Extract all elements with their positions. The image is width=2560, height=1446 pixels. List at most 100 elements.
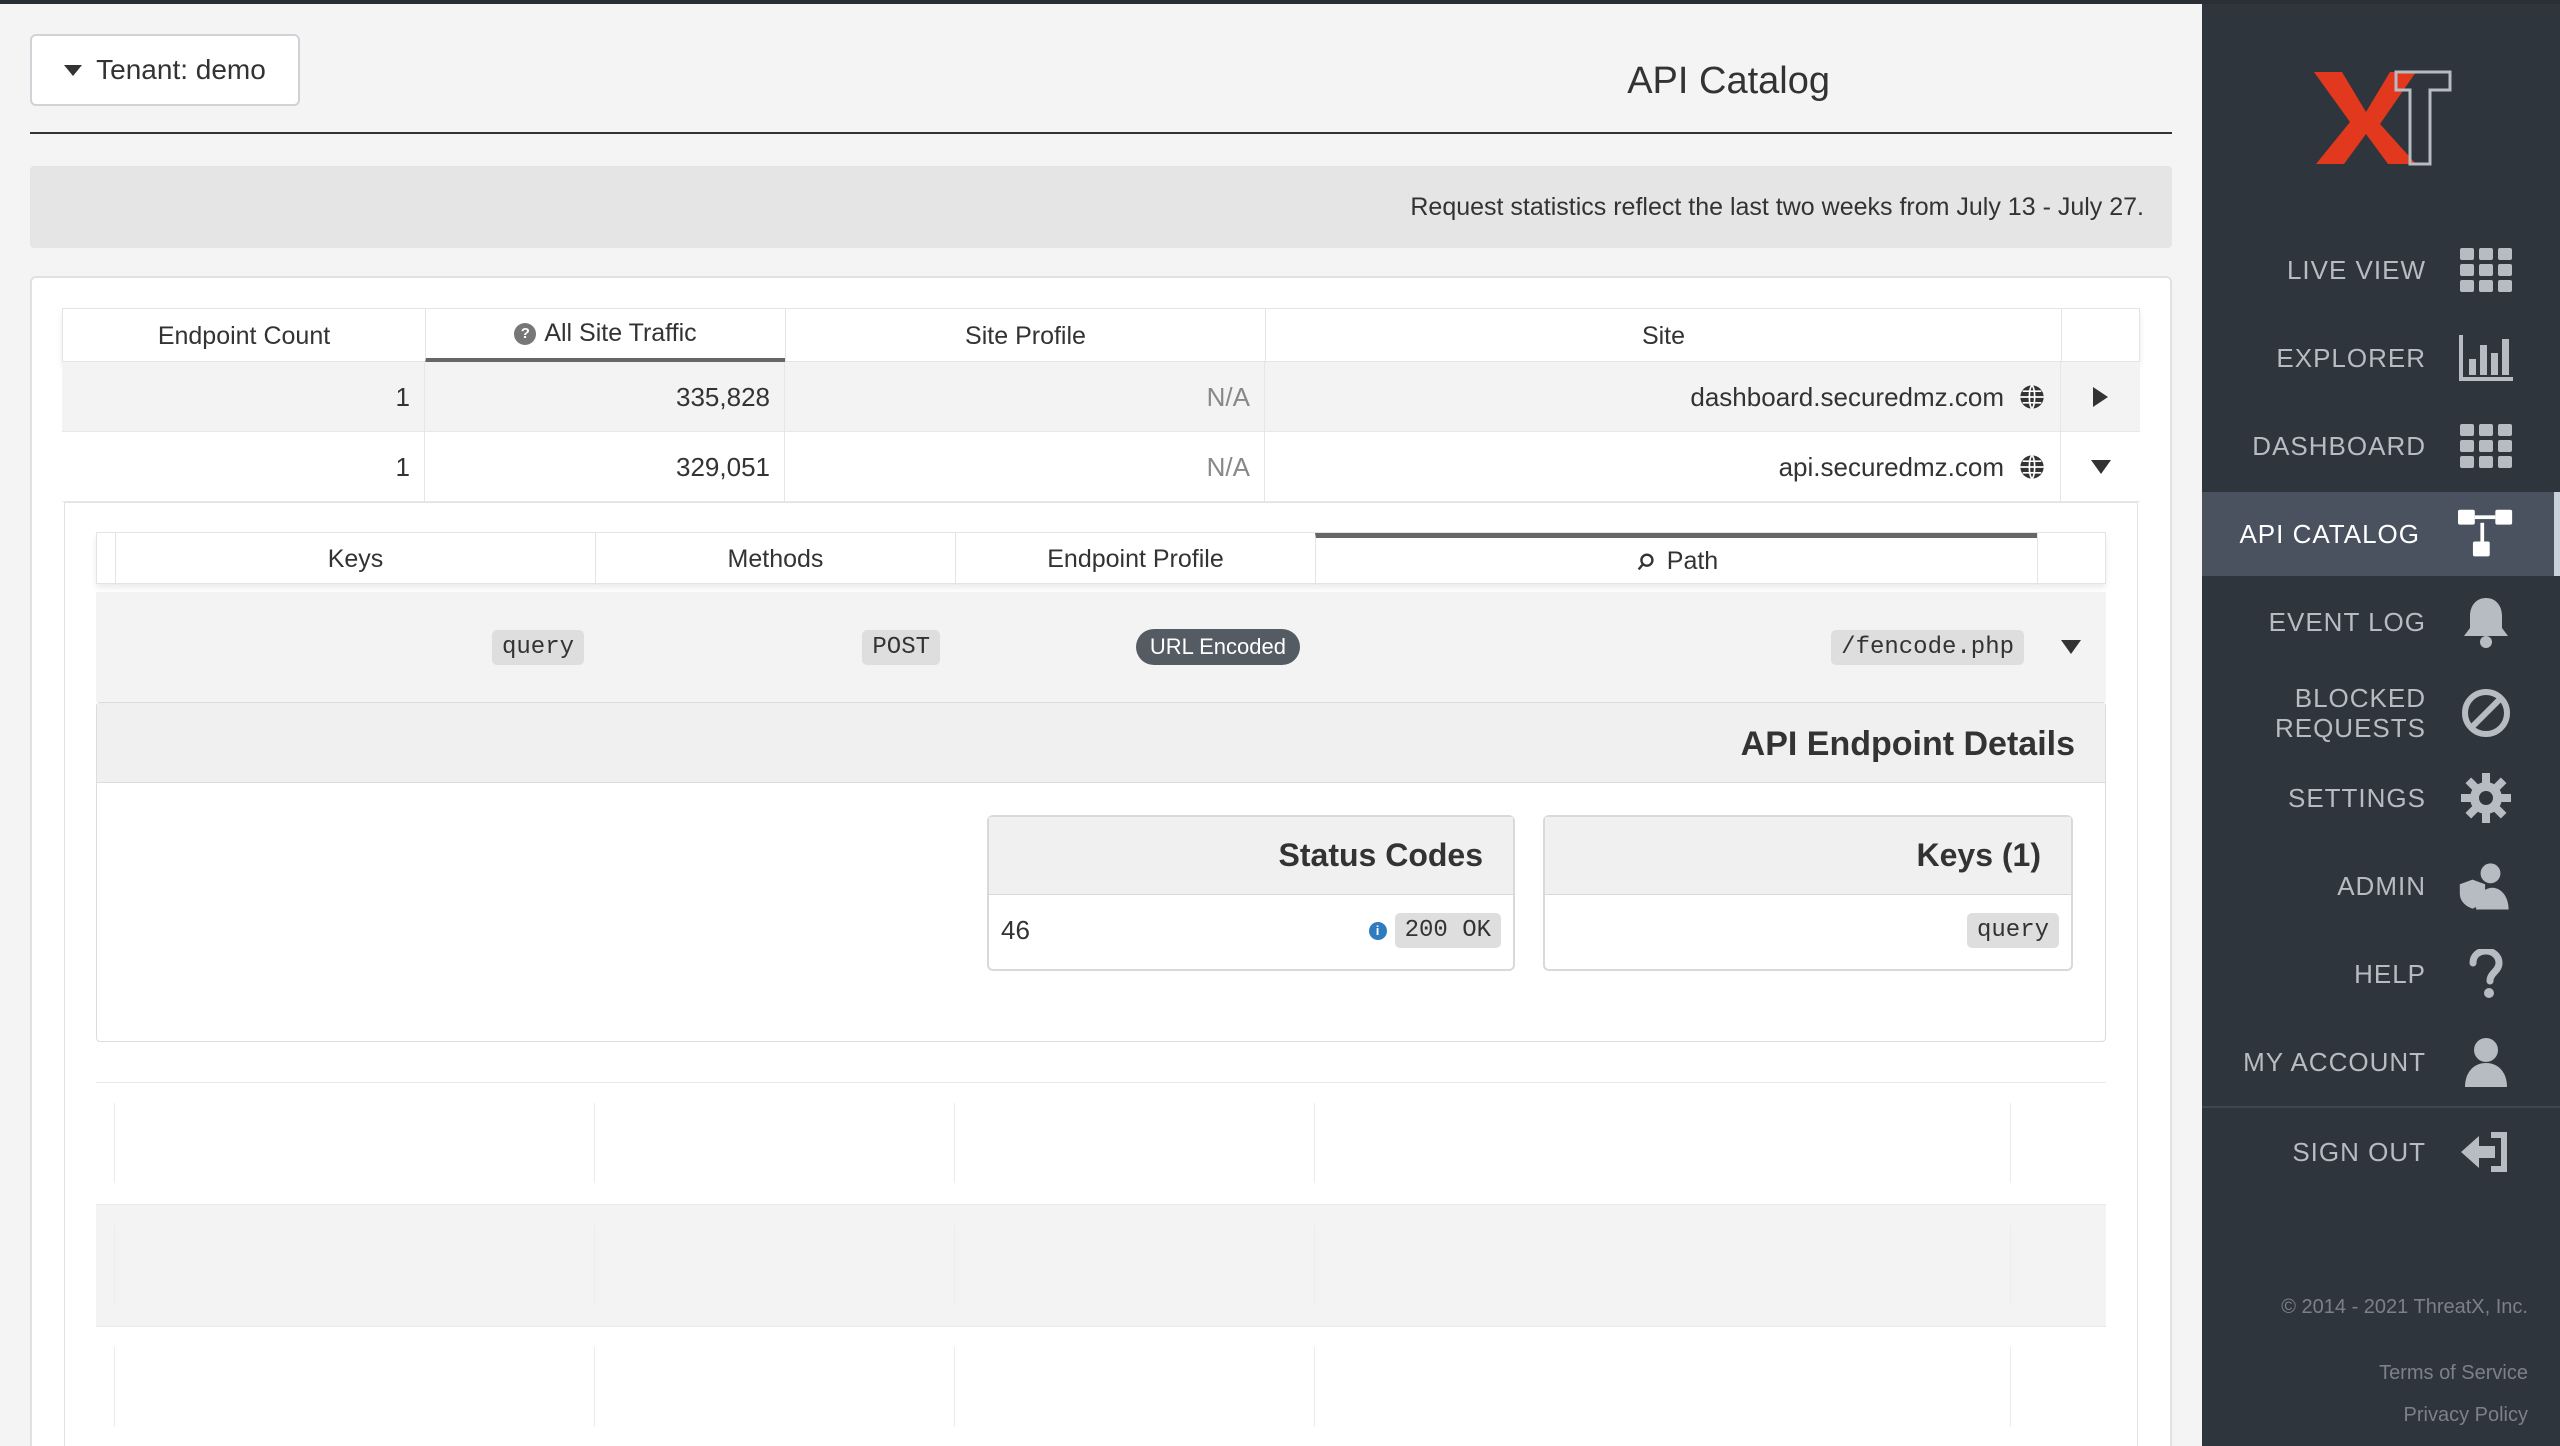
grid-icon: [2458, 242, 2514, 298]
sidebar-item-label: EXPLORER: [2276, 343, 2426, 373]
sidebar-item-blocked-requests[interactable]: BLOCKED REQUESTS: [2202, 668, 2560, 758]
api-endpoint-details: API Endpoint Details Keys (1) query Stat…: [96, 702, 2106, 1042]
sidebar-item-api-catalog[interactable]: API CATALOG: [2202, 492, 2560, 576]
sidebar-item-event-log[interactable]: EVENT LOG: [2202, 580, 2560, 664]
help-circle-icon[interactable]: ?: [514, 322, 537, 345]
table-row: [96, 1204, 2106, 1326]
table-row[interactable]: api.securedmz.com N/A 329,051 1: [62, 432, 2140, 502]
gear-icon: [2458, 770, 2514, 826]
key-badge: query: [1966, 913, 2059, 948]
endpoint-count-cell: 1: [395, 451, 410, 482]
globe-icon: [2020, 384, 2044, 410]
sidebar-item-label: SETTINGS: [2287, 783, 2426, 813]
collapse-toggle[interactable]: [2060, 432, 2140, 502]
sidebar-item-label: DASHBOARD: [2252, 431, 2426, 461]
endpoint-path: /fencode.php: [1831, 629, 2024, 665]
status-card-header: Status Codes: [989, 817, 1513, 895]
column-endpoint-count[interactable]: Endpoint Count: [63, 309, 425, 363]
site-name: api.securedmz.com: [1778, 451, 2004, 482]
copyright-text: © 2014 - 2021 ThreatX, Inc.: [2281, 1296, 2528, 1318]
sidebar-divider: [2202, 1106, 2560, 1108]
list-item: query: [1966, 913, 2059, 948]
site-cell[interactable]: dashboard.securedmz.com: [1264, 362, 2060, 432]
sidebar-item-label: API CATALOG: [2239, 519, 2420, 549]
method-badge: POST: [862, 629, 940, 665]
sidebar-item-sign-out[interactable]: SIGN OUT: [2202, 1110, 2560, 1194]
column-keys[interactable]: Keys: [115, 533, 595, 585]
expand-column-header: [2037, 533, 2107, 585]
expand-toggle[interactable]: [2060, 362, 2140, 432]
notice-text: Request statistics reflect the last two …: [1410, 192, 2144, 221]
column-all-site-traffic[interactable]: ? All Site Traffic: [425, 309, 785, 363]
sidebar: LIVE VIEW EXPLORER DASHBOARD API CATALOG…: [2202, 4, 2560, 1446]
site-cell[interactable]: api.securedmz.com: [1264, 432, 2060, 502]
terms-link[interactable]: Terms of Service: [2379, 1362, 2528, 1385]
site-profile-cell: N/A: [784, 362, 1264, 432]
sidebar-item-label: LIVE VIEW: [2286, 255, 2426, 285]
column-endpoint-profile-label: Endpoint Profile: [1047, 544, 1224, 573]
bar-chart-icon: [2458, 330, 2514, 386]
sidebar-item-dashboard[interactable]: DASHBOARD: [2202, 404, 2560, 488]
endpoint-row[interactable]: /fencode.php URL Encoded POST query: [96, 592, 2106, 702]
endpoints-table-header: Path Endpoint Profile Methods Keys: [96, 532, 2107, 585]
column-endpoint-count-label: Endpoint Count: [157, 321, 331, 350]
status-code-item: i 200 OK: [1368, 913, 1501, 948]
sidebar-item-label: ADMIN: [2337, 871, 2426, 901]
sidebar-item-live-view[interactable]: LIVE VIEW: [2202, 228, 2560, 312]
collapse-toggle[interactable]: [2036, 592, 2106, 702]
column-traffic-label: All Site Traffic: [544, 319, 697, 347]
search-icon[interactable]: [1635, 551, 1657, 573]
tenant-dropdown[interactable]: Tenant: demo: [30, 34, 300, 106]
logo-x-mark: [2314, 72, 2416, 164]
traffic-cell: 329,051: [424, 432, 784, 502]
sign-out-icon: [2458, 1124, 2514, 1180]
endpoint-profile-cell: URL Encoded: [954, 592, 1314, 702]
sidebar-item-label: BLOCKED REQUESTS: [2274, 683, 2426, 743]
sidebar-item-label: HELP: [2354, 959, 2426, 989]
table-row: [96, 1082, 2106, 1204]
column-keys-label: Keys: [327, 544, 384, 573]
caret-right-icon: [2093, 387, 2108, 407]
keys-card: Keys (1) query: [1543, 815, 2073, 971]
info-icon[interactable]: i: [1368, 921, 1387, 940]
privacy-link[interactable]: Privacy Policy: [2404, 1404, 2528, 1427]
table-row[interactable]: dashboard.securedmz.com N/A 335,828 1: [62, 362, 2140, 432]
column-site-profile-label: Site Profile: [965, 321, 1086, 350]
caret-down-icon: [2090, 460, 2111, 474]
sites-table-header: Site Site Profile ? All Site Traffic End…: [62, 308, 2141, 363]
tenant-label: Tenant: demo: [96, 54, 266, 85]
status-codes-card: Status Codes i 200 OK 46: [987, 815, 1515, 971]
keys-card-header: Keys (1): [1545, 817, 2071, 895]
endpoint-count-cell: 1: [395, 381, 410, 412]
keys-card-title: Keys (1): [1916, 837, 2042, 873]
traffic-cell: 335,828: [424, 362, 784, 432]
user-icon: [2458, 1034, 2514, 1090]
chevron-down-icon: [64, 64, 83, 76]
threatx-logo: [2314, 70, 2452, 166]
status-card-title: Status Codes: [1278, 837, 1483, 873]
keys-cell: query: [114, 592, 594, 702]
caret-down-icon: [2061, 640, 2081, 654]
sidebar-item-explorer[interactable]: EXPLORER: [2202, 316, 2560, 400]
column-site[interactable]: Site: [1265, 309, 2061, 363]
details-header: API Endpoint Details: [97, 703, 2105, 783]
sidebar-item-label: EVENT LOG: [2268, 607, 2426, 637]
profile-badge: URL Encoded: [1135, 629, 1300, 665]
stats-notice: Request statistics reflect the last two …: [30, 166, 2172, 248]
column-site-profile[interactable]: Site Profile: [785, 309, 1265, 363]
sidebar-item-admin[interactable]: ADMIN: [2202, 844, 2560, 928]
column-path[interactable]: Path: [1315, 533, 2037, 585]
site-name: dashboard.securedmz.com: [1690, 381, 2004, 412]
sidebar-item-settings[interactable]: SETTINGS: [2202, 756, 2560, 840]
column-site-label: Site: [1641, 321, 1686, 350]
column-methods[interactable]: Methods: [595, 533, 955, 585]
sidebar-item-my-account[interactable]: MY ACCOUNT: [2202, 1020, 2560, 1104]
column-endpoint-profile[interactable]: Endpoint Profile: [955, 533, 1315, 585]
table-row: [96, 1326, 2106, 1446]
expand-column-header: [2061, 309, 2141, 363]
status-code-badge: 200 OK: [1394, 913, 1501, 948]
sidebar-item-help[interactable]: HELP: [2202, 932, 2560, 1016]
main-content: Tenant: demo API Catalog Request statist…: [0, 4, 2202, 1446]
help-question-icon: [2458, 946, 2514, 1002]
path-cell: /fencode.php: [1314, 592, 2036, 702]
